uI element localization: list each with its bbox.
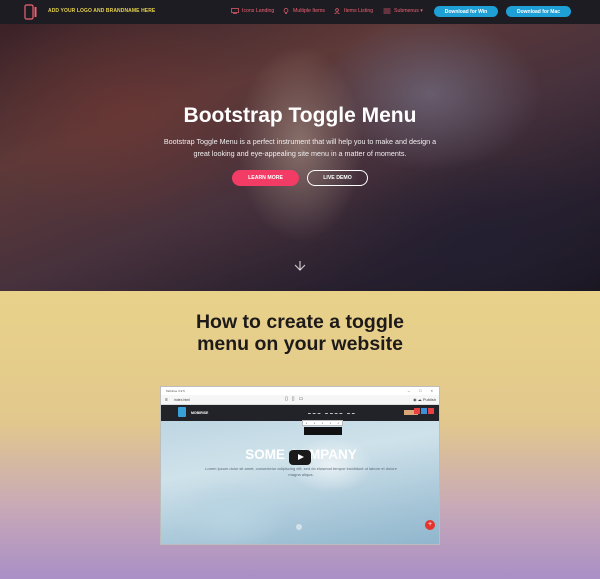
phone-logo-icon[interactable] <box>24 4 38 20</box>
mock-tooltip <box>304 427 342 435</box>
nav-item-label: Submenus ▾ <box>394 8 423 14</box>
list-icon <box>383 8 391 14</box>
device-preview-icons[interactable]: ▯▯▭ <box>285 396 307 402</box>
hero-subtitle: Bootstrap Toggle Menu is a perfect instr… <box>163 137 437 158</box>
play-button-icon[interactable] <box>289 450 311 465</box>
window-controls[interactable]: – □ × <box>408 388 437 393</box>
mock-block-tools <box>414 408 434 414</box>
live-demo-button[interactable]: LIVE DEMO <box>307 170 368 186</box>
nav-item-multiple-items[interactable]: Multiple Items <box>282 8 325 14</box>
mock-site-menu: ▬▬▬ ▬▬▬▬ ▬▬ <box>308 411 357 415</box>
mock-tool-icon <box>421 408 427 414</box>
lightbulb-icon <box>283 8 289 14</box>
mock-site-brand: MOBIRISE <box>191 411 209 415</box>
user-icon <box>334 8 340 14</box>
nav-item-label: Items Listing <box>344 8 374 14</box>
app-toolbar: ≡ index.html ▯▯▭ ◉ ☁ Publish <box>161 395 439 405</box>
publish-button[interactable]: ◉ ☁ Publish <box>413 397 436 402</box>
mock-tool-icon <box>428 408 434 414</box>
mock-scroll-icon <box>296 524 302 530</box>
window-title: Mobirise 3.9.5 <box>166 389 185 393</box>
nav-item-items-listing[interactable]: Items Listing <box>333 8 373 14</box>
hero-title: Bootstrap Toggle Menu <box>183 104 417 127</box>
download-mac-button[interactable]: Download for Mac <box>506 6 571 17</box>
section-title: How to create a toggle menu on your webs… <box>0 311 600 355</box>
brand-name[interactable]: ADD YOUR LOGO AND BRANDNAME HERE <box>48 8 155 14</box>
section-title-text: How to create a toggle menu on your webs… <box>195 311 405 355</box>
download-win-button[interactable]: Download for Win <box>434 6 498 17</box>
publish-label: Publish <box>422 397 436 402</box>
nav-item-label: Icons Landing <box>242 8 275 14</box>
tutorial-video[interactable]: Mobirise 3.9.5 – □ × ≡ index.html ▯▯▭ ◉ … <box>160 386 440 545</box>
mock-tool-icon <box>414 408 420 414</box>
scroll-down-icon[interactable] <box>293 260 307 274</box>
monitor-icon <box>231 8 239 14</box>
hamburger-menu-icon[interactable]: ≡ <box>165 397 168 403</box>
learn-more-button[interactable]: LEARN MORE <box>232 170 299 186</box>
add-block-icon: + <box>425 520 435 530</box>
mock-hero-text: Lorem ipsum dolor sit amet, consectetur … <box>205 466 397 477</box>
top-navbar: ADD YOUR LOGO AND BRANDNAME HERE Icons L… <box>0 0 600 24</box>
howto-section: How to create a toggle menu on your webs… <box>0 291 600 579</box>
mock-format-bar: ▪ ▪ ▪ ▪ ▪ ▪ ▪ <box>302 420 343 430</box>
nav-item-label: Multiple Items <box>293 8 325 14</box>
nav-item-submenus[interactable]: Submenus ▾ <box>383 8 423 14</box>
window-titlebar: Mobirise 3.9.5 – □ × <box>161 387 439 395</box>
mock-logo-icon <box>178 407 186 417</box>
file-name: index.html <box>174 398 190 402</box>
nav-item-icons-landing[interactable]: Icons Landing <box>231 8 274 14</box>
hero-section: Bootstrap Toggle Menu Bootstrap Toggle M… <box>0 24 600 291</box>
